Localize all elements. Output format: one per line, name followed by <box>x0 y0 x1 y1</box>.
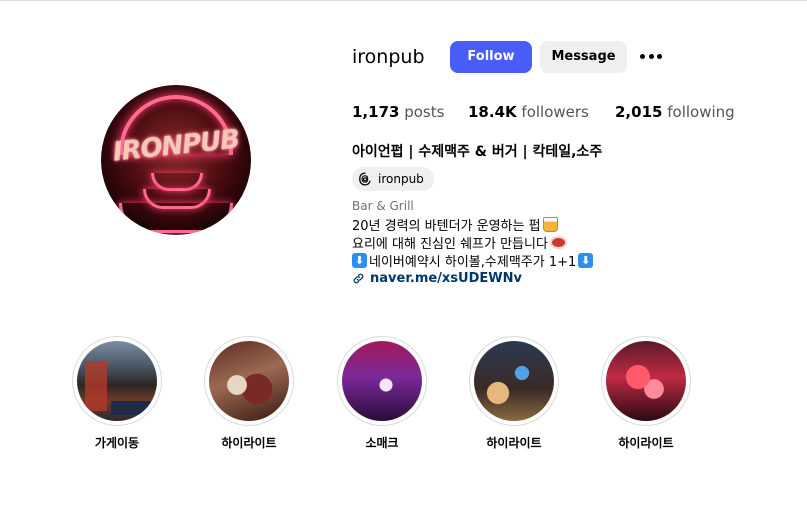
story-highlight[interactable]: 가게이동 <box>72 336 162 451</box>
dot <box>657 53 662 59</box>
more-dots-icon[interactable] <box>638 46 664 66</box>
following-stat[interactable]: 2,015 following <box>615 103 735 121</box>
down-arrow-box-icon: ⬇ <box>578 253 594 268</box>
posts-stat: 1,173 posts <box>352 103 444 121</box>
highlight-cover-image <box>209 341 289 421</box>
story-highlight[interactable]: 소매크 <box>337 336 427 451</box>
neon-ring-bottom <box>119 203 233 233</box>
story-highlight[interactable]: 하이라이트 <box>469 336 559 451</box>
highlight-ring <box>72 336 162 426</box>
highlight-label: 하이라이트 <box>486 436 542 450</box>
top-divider <box>0 0 807 1</box>
meat-icon <box>549 236 567 249</box>
posts-label: posts <box>404 103 445 121</box>
followers-stat[interactable]: 18.4K followers <box>468 103 589 121</box>
bio-line-3-text: 네이버예약시 하이볼,수제맥주가 1+1 <box>369 255 577 270</box>
profile-category: Bar & Grill <box>352 199 414 213</box>
bio-link[interactable]: naver.me/xsUDEWNv <box>352 270 522 286</box>
highlight-ring <box>601 336 691 426</box>
highlight-ring <box>469 336 559 426</box>
highlight-ring <box>337 336 427 426</box>
highlight-label: 가게이동 <box>94 436 140 450</box>
bio-line-2-text: 요리에 대해 진심인 쉐프가 만듭니다 <box>352 237 548 252</box>
dot <box>640 53 645 59</box>
follow-button[interactable]: Follow <box>450 41 532 73</box>
highlight-label: 하이라이트 <box>618 436 674 450</box>
bio-link-text: naver.me/xsUDEWNv <box>370 270 522 286</box>
followers-count: 18.4K <box>468 103 517 121</box>
highlight-label: 하이라이트 <box>221 436 277 450</box>
profile-avatar[interactable]: IRONPUB <box>101 85 251 235</box>
bio-line-3: ⬇ 네이버예약시 하이볼,수제맥주가 1+1 ⬇ <box>352 251 594 270</box>
highlight-cover-image <box>77 341 157 421</box>
followers-label: followers <box>521 103 589 121</box>
story-highlight[interactable]: 하이라이트 <box>204 336 294 451</box>
dot <box>648 53 654 59</box>
highlight-ring <box>204 336 294 426</box>
threads-link-chip[interactable]: ironpub <box>352 167 434 191</box>
down-arrow-box-icon: ⬇ <box>352 253 367 268</box>
profile-full-name: 아이언펍 | 수제맥주 & 버거 | 칵테일,소주 <box>352 144 603 160</box>
bio-line-1-text: 20년 경력의 바텐더가 운영하는 펍 <box>352 219 541 234</box>
link-icon <box>353 273 364 283</box>
profile-username: ironpub <box>352 46 425 68</box>
highlight-cover-image <box>342 341 422 421</box>
bio-line-2: 요리에 대해 진심인 쉐프가 만듭니다 <box>352 233 567 252</box>
story-highlight[interactable]: 하이라이트 <box>601 336 691 451</box>
highlight-label: 소매크 <box>365 436 399 450</box>
following-count: 2,015 <box>615 103 663 121</box>
beer-mug-icon <box>542 217 558 232</box>
following-label: following <box>667 103 735 121</box>
threads-icon <box>359 172 371 186</box>
message-button[interactable]: Message <box>540 41 627 73</box>
posts-count: 1,173 <box>352 103 400 121</box>
bio-line-1: 20년 경력의 바텐더가 운영하는 펍 <box>352 215 558 234</box>
highlight-cover-image <box>606 341 686 421</box>
highlight-cover-image <box>474 341 554 421</box>
threads-label: ironpub <box>378 172 424 186</box>
